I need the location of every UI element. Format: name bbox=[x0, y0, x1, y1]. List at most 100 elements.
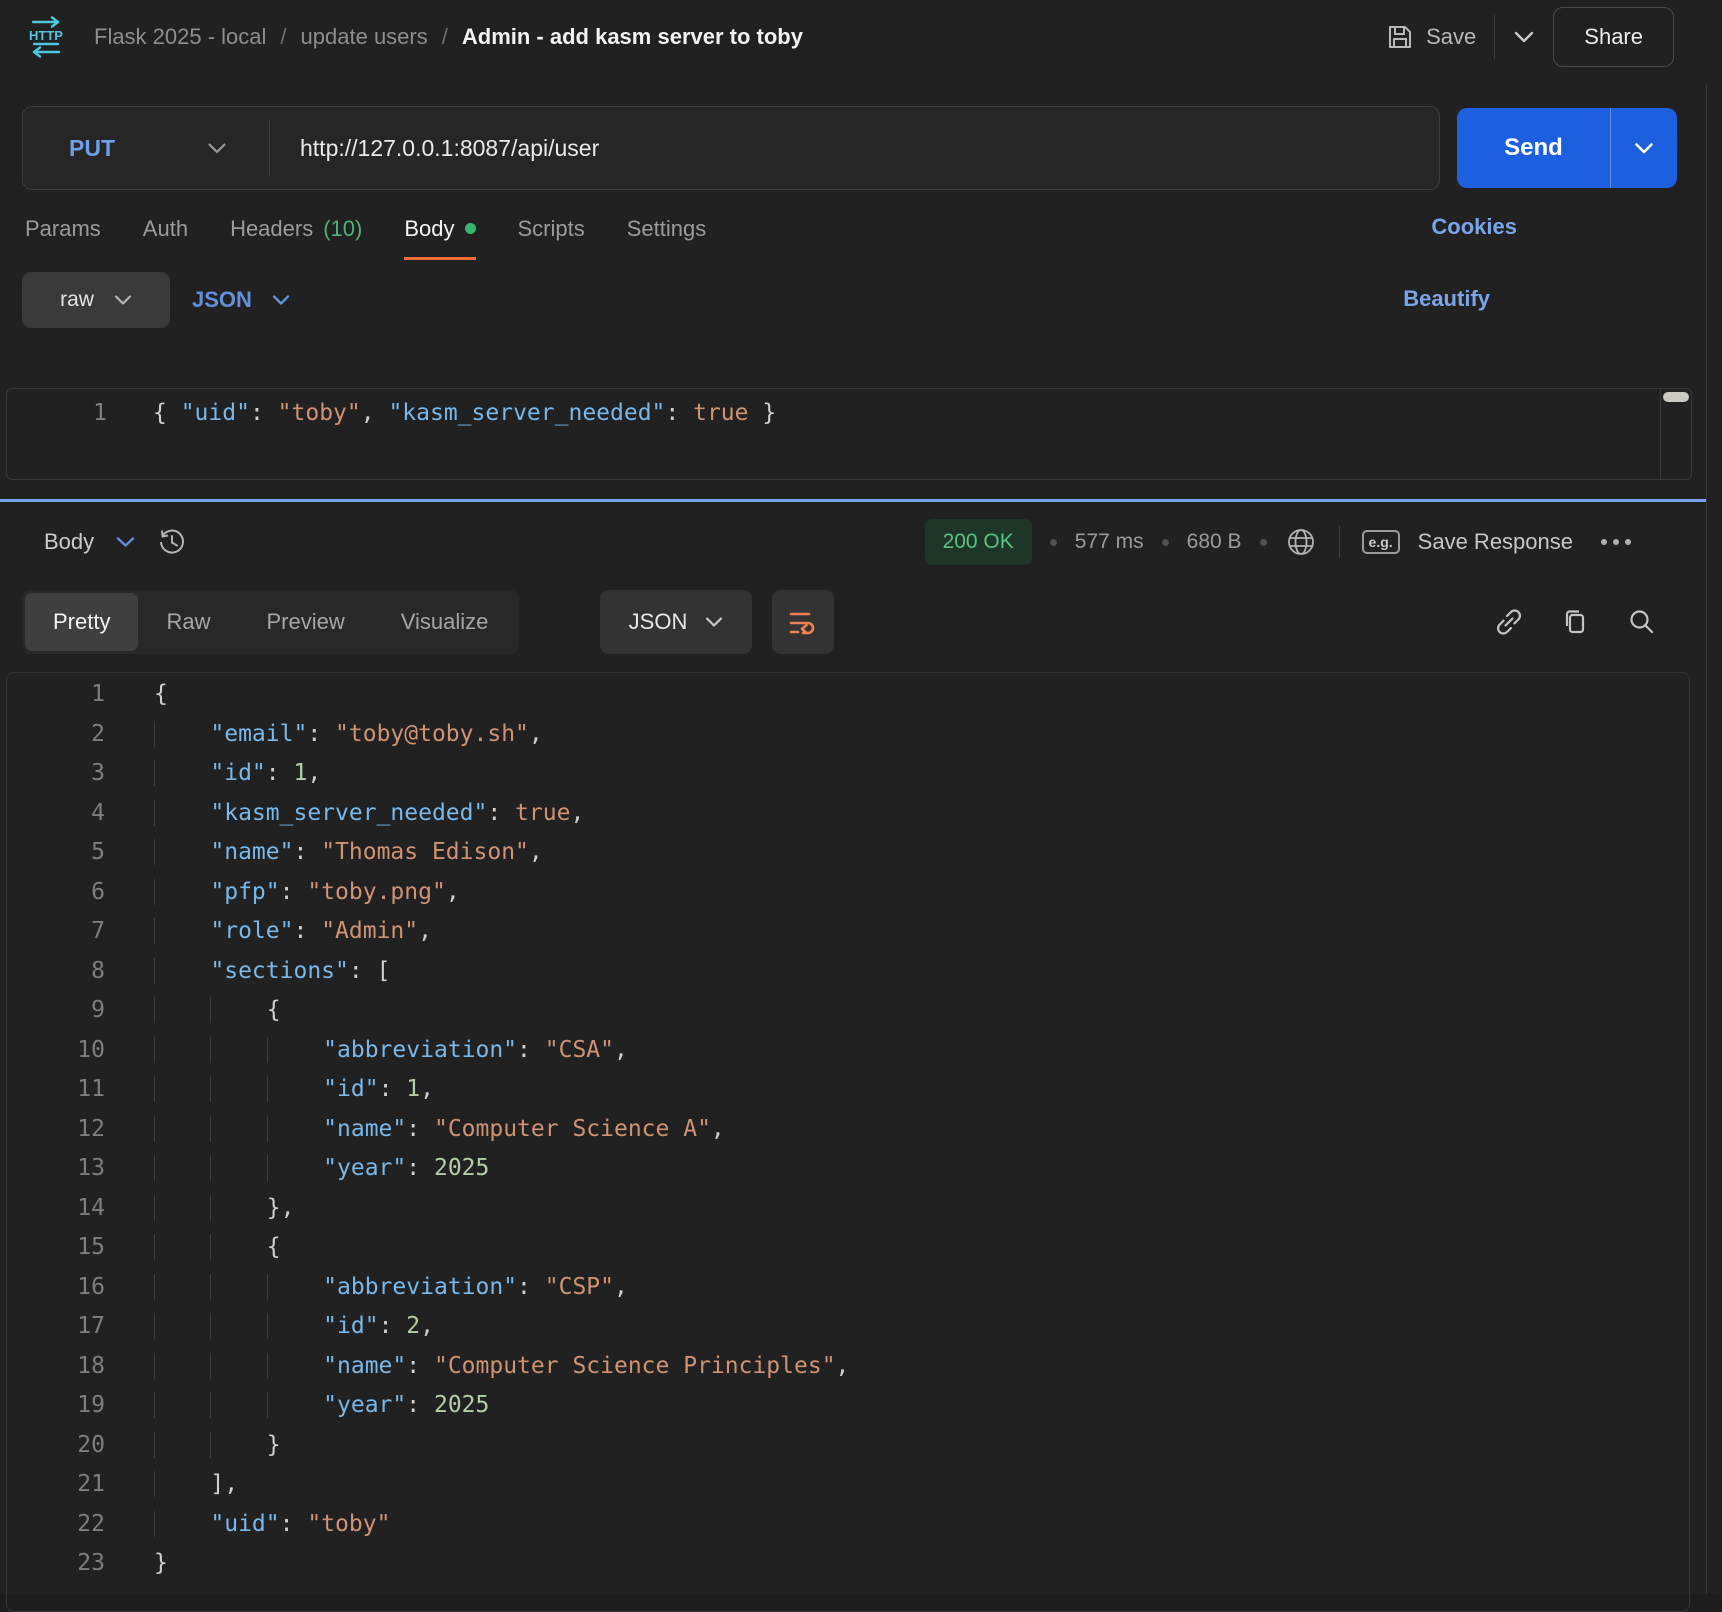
line-number: 6 bbox=[7, 873, 105, 913]
line-number: 19 bbox=[7, 1386, 105, 1426]
response-language-select[interactable]: JSON bbox=[600, 590, 752, 654]
indent-guide bbox=[154, 918, 210, 944]
meta-separator-dot bbox=[1260, 539, 1267, 546]
indent-guide bbox=[154, 1076, 210, 1102]
indent-guide bbox=[154, 1234, 210, 1260]
indent-guide bbox=[154, 721, 210, 747]
wrap-text-button[interactable] bbox=[772, 590, 834, 654]
code-line: 14 }, bbox=[7, 1189, 1689, 1229]
tab-auth[interactable]: Auth bbox=[143, 200, 188, 260]
indent-guide bbox=[267, 1313, 323, 1339]
save-button[interactable]: Save bbox=[1386, 23, 1476, 51]
meta-separator-dot bbox=[1162, 539, 1169, 546]
tab-headers[interactable]: Headers(10) bbox=[230, 200, 362, 260]
request-body-editor[interactable]: 1{ "uid": "toby", "kasm_server_needed": … bbox=[6, 388, 1692, 480]
tab-settings[interactable]: Settings bbox=[627, 200, 707, 260]
code-line: 22 "uid": "toby" bbox=[7, 1505, 1689, 1545]
send-button[interactable]: Send bbox=[1457, 108, 1610, 188]
network-globe-icon[interactable] bbox=[1285, 526, 1317, 558]
code-line: 10 "abbreviation": "CSA", bbox=[7, 1031, 1689, 1071]
example-icon: e.g. bbox=[1362, 530, 1400, 554]
indent-guide bbox=[267, 1274, 323, 1300]
line-number: 20 bbox=[7, 1426, 105, 1466]
code-line: 15 { bbox=[7, 1228, 1689, 1268]
indent-guide bbox=[210, 1116, 266, 1142]
indent-guide bbox=[154, 997, 210, 1023]
save-response-button[interactable]: Save Response bbox=[1418, 529, 1573, 555]
line-number: 18 bbox=[7, 1347, 105, 1387]
view-tab-visualize[interactable]: Visualize bbox=[373, 593, 517, 651]
response-status-group: 200 OK 577 ms 680 B e.g. Save Response bbox=[925, 516, 1631, 568]
breadcrumb-folder[interactable]: update users bbox=[301, 24, 428, 50]
response-meta-bar: Body 200 OK 577 ms 680 B e.g. Save bbox=[0, 516, 1707, 568]
header-actions: Save Share bbox=[1386, 0, 1674, 74]
breadcrumb: Flask 2025 - local / update users / Admi… bbox=[94, 24, 803, 50]
meta-separator-dot bbox=[1050, 539, 1057, 546]
beautify-link[interactable]: Beautify bbox=[1403, 286, 1490, 312]
body-language-select[interactable]: JSON bbox=[192, 272, 290, 328]
save-label: Save bbox=[1426, 24, 1476, 50]
language-chevron-icon bbox=[272, 294, 290, 306]
tab-body[interactable]: Body bbox=[404, 200, 475, 260]
response-body-viewer[interactable]: 1{2 "email": "toby@toby.sh",3 "id": 1,4 … bbox=[6, 672, 1690, 1612]
indent-guide bbox=[154, 839, 210, 865]
search-response-icon[interactable] bbox=[1626, 607, 1656, 637]
code-line: 18 "name": "Computer Science Principles"… bbox=[7, 1347, 1689, 1387]
request-body-code: 1{ "uid": "toby", "kasm_server_needed": … bbox=[7, 389, 1691, 433]
tab-params[interactable]: Params bbox=[25, 200, 101, 260]
response-language-chevron-icon bbox=[705, 616, 723, 628]
method-chevron-icon[interactable] bbox=[207, 142, 227, 155]
body-modified-dot bbox=[465, 223, 476, 234]
indent-guide bbox=[267, 1392, 323, 1418]
breadcrumb-separator: / bbox=[280, 24, 286, 50]
line-number: 15 bbox=[7, 1228, 105, 1268]
code-line: 9 { bbox=[7, 991, 1689, 1031]
breadcrumb-collection[interactable]: Flask 2025 - local bbox=[94, 24, 266, 50]
request-title: Admin - add kasm server to toby bbox=[462, 24, 803, 50]
method-selector[interactable]: PUT bbox=[69, 135, 115, 162]
response-body-select[interactable]: Body bbox=[44, 516, 187, 568]
tab-scripts[interactable]: Scripts bbox=[518, 200, 585, 260]
body-mode-select[interactable]: raw bbox=[22, 272, 170, 328]
response-size[interactable]: 680 B bbox=[1187, 530, 1242, 554]
status-badge[interactable]: 200 OK bbox=[925, 519, 1032, 565]
code-line: 19 "year": 2025 bbox=[7, 1386, 1689, 1426]
line-number: 10 bbox=[7, 1031, 105, 1071]
line-number: 23 bbox=[7, 1544, 105, 1584]
copy-response-icon[interactable] bbox=[1560, 607, 1590, 637]
view-tab-preview[interactable]: Preview bbox=[238, 593, 372, 651]
meta-divider bbox=[1339, 526, 1340, 558]
indent-guide bbox=[154, 1037, 210, 1063]
send-split-button: Send bbox=[1457, 108, 1677, 188]
send-options-chevron-icon[interactable] bbox=[1611, 108, 1677, 188]
indent-guide bbox=[154, 1353, 210, 1379]
indent-guide bbox=[154, 1432, 210, 1458]
right-rail bbox=[1706, 85, 1722, 1594]
save-icon bbox=[1386, 23, 1414, 51]
save-options-chevron-icon[interactable] bbox=[1513, 30, 1535, 44]
indent-guide bbox=[210, 1234, 266, 1260]
indent-guide bbox=[210, 1353, 266, 1379]
breadcrumb-separator: / bbox=[442, 24, 448, 50]
response-tools bbox=[1494, 590, 1656, 654]
code-line: 20 } bbox=[7, 1426, 1689, 1466]
headers-count: (10) bbox=[323, 216, 362, 242]
body-mode-toolbar: raw JSON Beautify bbox=[0, 272, 1707, 328]
code-line: 23} bbox=[7, 1544, 1689, 1584]
scrollbar-thumb[interactable] bbox=[1663, 392, 1689, 402]
more-options-icon[interactable] bbox=[1601, 539, 1631, 545]
cookies-link[interactable]: Cookies bbox=[1431, 214, 1517, 240]
response-history-icon[interactable] bbox=[157, 527, 187, 557]
copy-link-icon[interactable] bbox=[1494, 607, 1524, 637]
url-input[interactable]: http://127.0.0.1:8087/api/user bbox=[300, 135, 599, 162]
response-time[interactable]: 577 ms bbox=[1075, 530, 1144, 554]
pane-splitter[interactable] bbox=[0, 499, 1707, 502]
line-number: 5 bbox=[7, 833, 105, 873]
view-tab-raw[interactable]: Raw bbox=[138, 593, 238, 651]
share-button[interactable]: Share bbox=[1553, 7, 1674, 67]
view-tab-pretty[interactable]: Pretty bbox=[25, 593, 138, 651]
line-number: 22 bbox=[7, 1505, 105, 1545]
code-line: 17 "id": 2, bbox=[7, 1307, 1689, 1347]
line-number: 2 bbox=[7, 715, 105, 755]
request-editor-scrollbar[interactable] bbox=[1660, 389, 1691, 479]
